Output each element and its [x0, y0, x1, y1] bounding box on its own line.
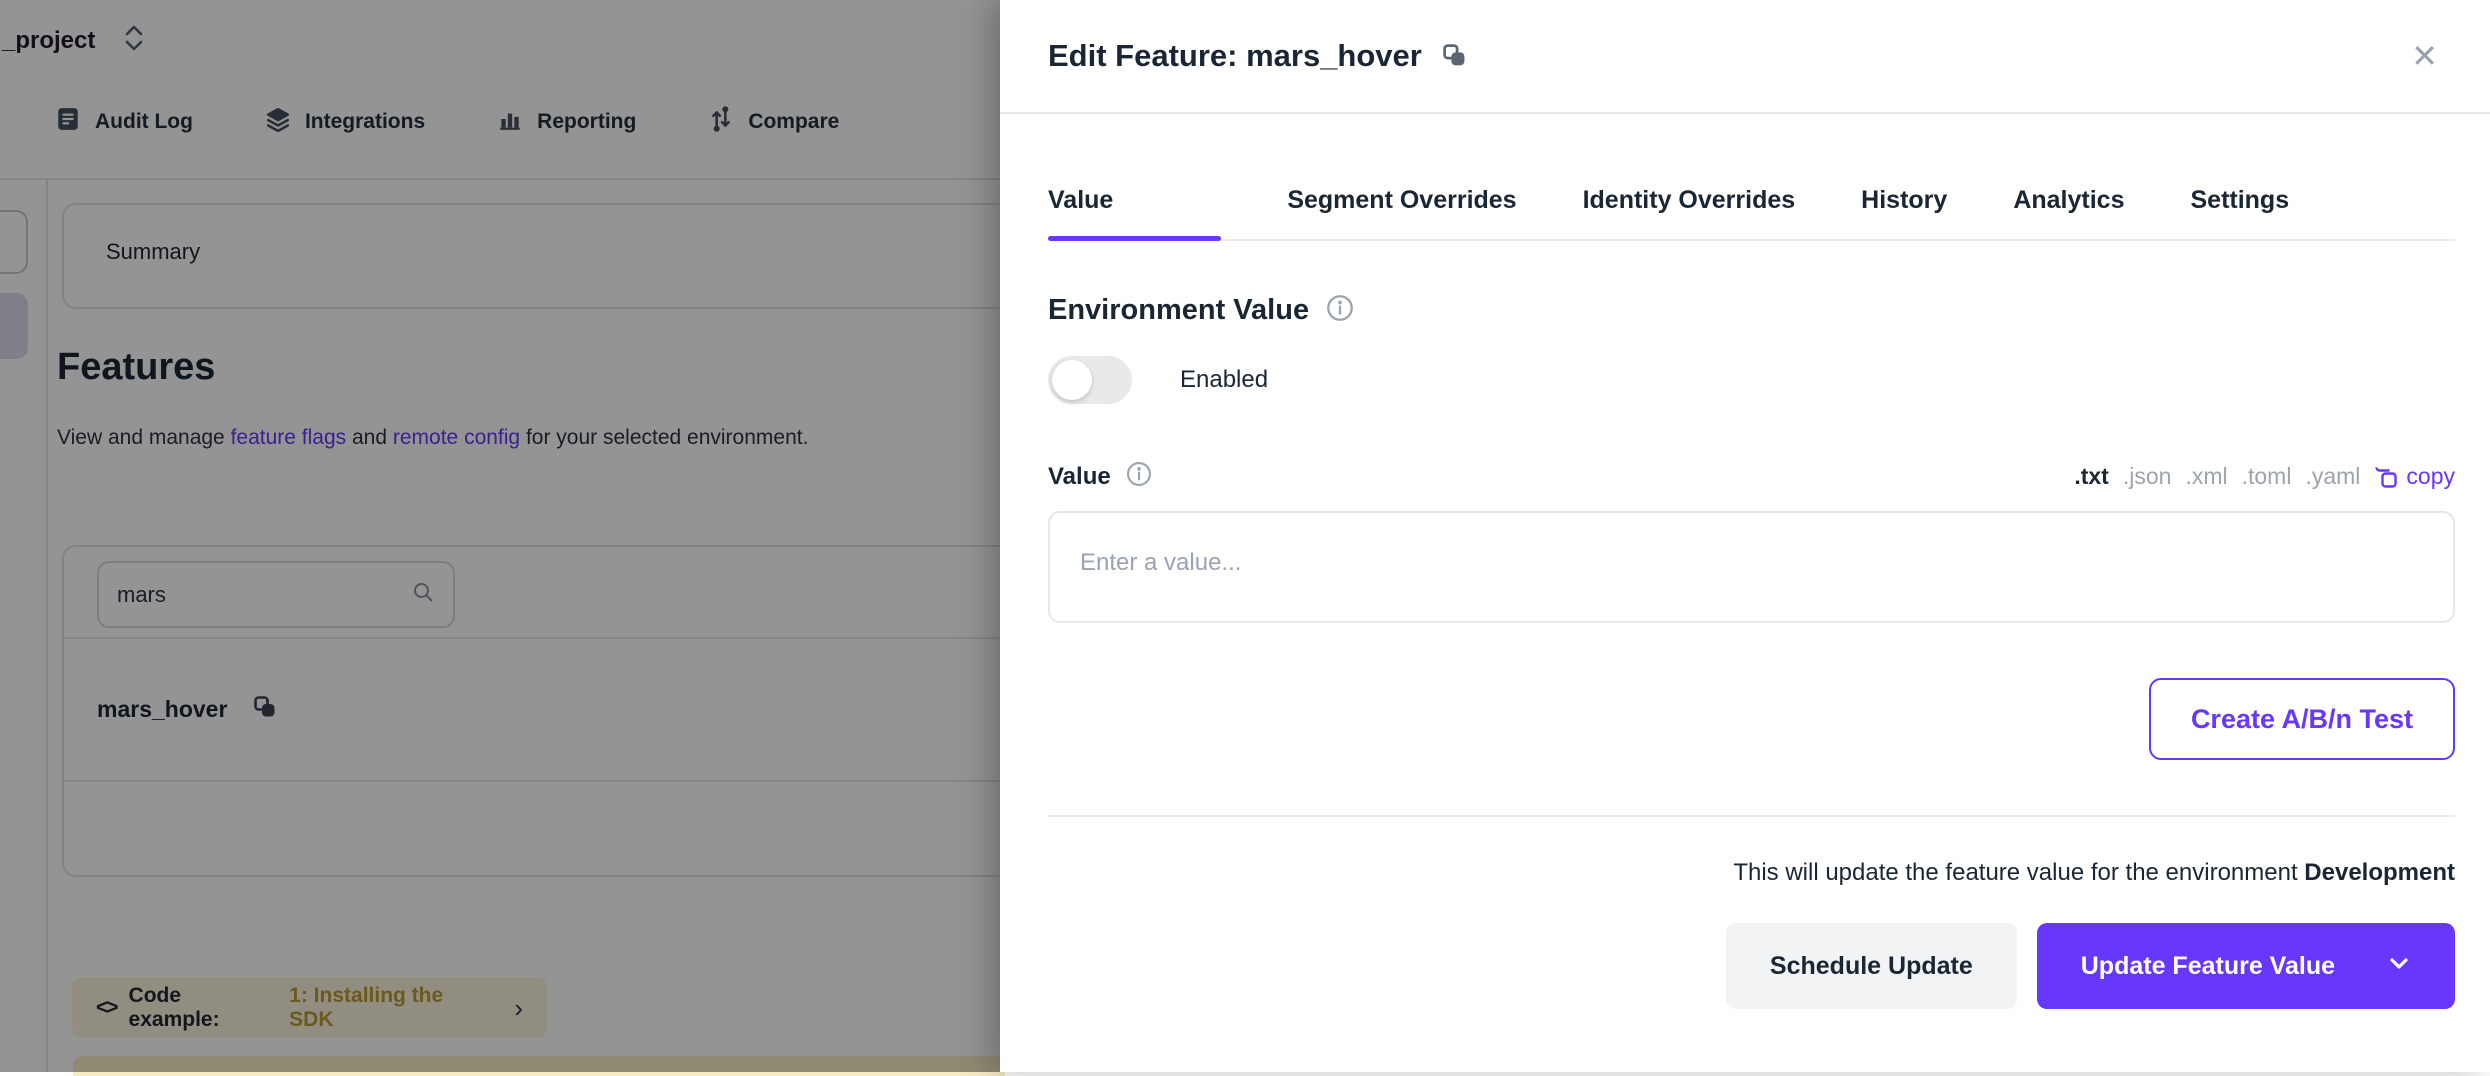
tab-value[interactable]: Value [1048, 186, 1221, 239]
value-row: Value .txt .json .xml .toml .yaml copy [1048, 460, 2455, 493]
value-label-wrap: Value [1048, 460, 1153, 493]
info-icon[interactable] [1325, 293, 1355, 328]
edit-feature-panel: Edit Feature: mars_hover ✕ Value Segment… [1000, 0, 2490, 1072]
update-feature-value-button[interactable]: Update Feature Value [2037, 923, 2455, 1009]
enabled-toggle-row: Enabled [1048, 356, 2455, 404]
footer-buttons: Schedule Update Update Feature Value [1048, 923, 2455, 1009]
format-switcher: .txt .json .xml .toml .yaml copy [2074, 463, 2455, 490]
toggle-label: Enabled [1180, 366, 1268, 394]
value-label: Value [1048, 463, 1111, 491]
environment-name: Development [2304, 859, 2455, 886]
close-icon[interactable]: ✕ [2405, 34, 2444, 78]
tab-settings[interactable]: Settings [2190, 186, 2289, 239]
tab-history[interactable]: History [1861, 186, 1947, 239]
tab-analytics[interactable]: Analytics [2013, 186, 2124, 239]
format-json[interactable]: .json [2123, 463, 2172, 490]
panel-tabs: Value Segment Overrides Identity Overrid… [1048, 114, 2455, 241]
copy-label: copy [2406, 463, 2455, 490]
screen: _project Audit Log Integrations [0, 0, 2490, 1072]
format-yaml[interactable]: .yaml [2305, 463, 2360, 490]
chevron-down-icon [2387, 951, 2411, 982]
copy-value-button[interactable]: copy [2374, 463, 2455, 490]
panel-body: Environment Value Enabled Value [1000, 293, 2490, 1009]
panel-title: Edit Feature: mars_hover [1048, 38, 1422, 74]
format-toml[interactable]: .toml [2242, 463, 2292, 490]
format-txt[interactable]: .txt [2074, 463, 2109, 490]
format-xml[interactable]: .xml [2185, 463, 2227, 490]
create-ab-test-button[interactable]: Create A/B/n Test [2149, 678, 2455, 760]
abtest-row: Create A/B/n Test [1048, 678, 2455, 760]
panel-header: Edit Feature: mars_hover ✕ [1000, 0, 2490, 114]
copy-icon[interactable] [1442, 43, 1467, 73]
value-input[interactable] [1048, 511, 2455, 623]
footer-divider [1048, 815, 2455, 817]
footer-notice: This will update the feature value for t… [1048, 859, 2455, 887]
environment-value-title: Environment Value [1048, 294, 1309, 327]
enabled-toggle[interactable] [1048, 356, 1132, 404]
tab-identity-overrides[interactable]: Identity Overrides [1583, 186, 1796, 239]
tab-segment-overrides[interactable]: Segment Overrides [1287, 186, 1516, 239]
update-button-label: Update Feature Value [2081, 952, 2335, 981]
environment-value-heading: Environment Value [1048, 293, 2455, 328]
info-icon[interactable] [1125, 460, 1153, 493]
notice-text: This will update the feature value for t… [1733, 859, 2304, 886]
schedule-update-button[interactable]: Schedule Update [1726, 923, 2017, 1009]
toggle-knob [1052, 360, 1092, 400]
